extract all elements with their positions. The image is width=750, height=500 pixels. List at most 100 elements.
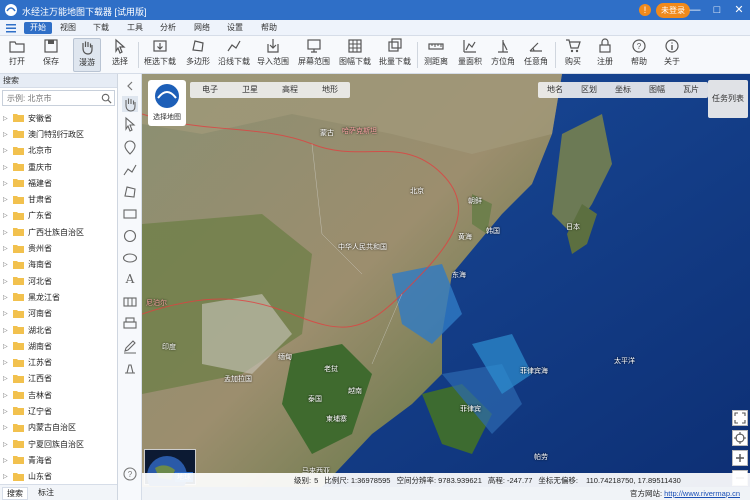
grid-tool-icon[interactable]	[122, 294, 138, 310]
search-icon[interactable]	[101, 93, 112, 104]
polyline-icon[interactable]	[122, 162, 138, 178]
minimize-button[interactable]: —	[684, 0, 706, 20]
expand-arrow-icon[interactable]: ▷	[3, 424, 9, 431]
expand-arrow-icon[interactable]: ▷	[3, 278, 9, 285]
province-item[interactable]: ▷ 辽宁省	[0, 403, 117, 419]
province-item[interactable]: ▷ 广西壮族自治区	[0, 224, 117, 240]
province-item[interactable]: ▷ 海南省	[0, 257, 117, 273]
text-icon[interactable]: A	[122, 270, 138, 286]
expand-arrow-icon[interactable]: ▷	[3, 261, 9, 268]
clear-icon[interactable]	[122, 360, 138, 376]
bearing-button[interactable]: 方位角	[488, 38, 518, 72]
ellipse-icon[interactable]	[122, 250, 138, 266]
help-icon[interactable]: ?	[122, 466, 138, 482]
map-source-selector[interactable]: 选择地图	[148, 80, 186, 126]
register-button[interactable]: 注册	[592, 38, 618, 72]
select-button[interactable]: 选择	[108, 38, 132, 72]
maximize-button[interactable]: □	[706, 0, 728, 20]
tab-terrain[interactable]: 地形	[310, 82, 350, 98]
province-item[interactable]: ▷ 宁夏回族自治区	[0, 436, 117, 452]
expand-arrow-icon[interactable]: ▷	[3, 294, 9, 301]
hamburger-menu-icon[interactable]	[6, 23, 16, 33]
tab-elevation[interactable]: 高程	[270, 82, 310, 98]
province-item[interactable]: ▷ 江苏省	[0, 354, 117, 370]
expand-arrow-icon[interactable]: ▷	[3, 196, 9, 203]
menu-help[interactable]: 帮助	[255, 22, 283, 34]
collapse-icon[interactable]	[122, 78, 138, 94]
polygon-button[interactable]: 多边形	[183, 38, 213, 72]
measure-distance-button[interactable]: 测距离	[421, 38, 451, 72]
expand-arrow-icon[interactable]: ▷	[3, 457, 9, 464]
expand-arrow-icon[interactable]: ▷	[3, 212, 9, 219]
close-button[interactable]: ✕	[728, 0, 750, 20]
menu-tools[interactable]: 工具	[121, 22, 149, 34]
province-item[interactable]: ▷ 贵州省	[0, 240, 117, 256]
tab-label[interactable]: 标注	[34, 487, 58, 498]
menu-download[interactable]: 下载	[87, 22, 115, 34]
expand-arrow-icon[interactable]: ▷	[3, 359, 9, 366]
province-item[interactable]: ▷ 青海省	[0, 452, 117, 468]
province-item[interactable]: ▷ 湖北省	[0, 322, 117, 338]
expand-arrow-icon[interactable]: ▷	[3, 147, 9, 154]
tab-divisions[interactable]: 区划	[572, 82, 606, 98]
import-range-button[interactable]: 导入范围	[256, 38, 290, 72]
buy-button[interactable]: 购买	[560, 38, 586, 72]
open-button[interactable]: 打开	[4, 38, 30, 72]
screen-range-button[interactable]: 屏幕范围	[297, 38, 331, 72]
expand-arrow-icon[interactable]: ▷	[3, 164, 9, 171]
menu-analysis[interactable]: 分析	[154, 22, 182, 34]
cursor-icon[interactable]	[122, 116, 138, 132]
menu-start[interactable]: 开始	[24, 22, 52, 34]
province-item[interactable]: ▷ 江西省	[0, 371, 117, 387]
expand-arrow-icon[interactable]: ▷	[3, 473, 9, 480]
task-list-button[interactable]: 任务列表	[708, 80, 748, 118]
hand-icon[interactable]	[122, 96, 138, 112]
province-item[interactable]: ▷ 重庆市	[0, 159, 117, 175]
map-view[interactable]: 北京 中华人民共和国 朝鲜 韩国 日本 黄海 蒙古 印度 缅甸 老挝 泰国 越南…	[142, 74, 750, 487]
locate-button[interactable]	[732, 430, 748, 446]
printer-icon[interactable]	[122, 316, 138, 332]
expand-arrow-icon[interactable]: ▷	[3, 131, 9, 138]
expand-arrow-icon[interactable]: ▷	[3, 310, 9, 317]
circle-icon[interactable]	[122, 228, 138, 244]
province-item[interactable]: ▷ 北京市	[0, 143, 117, 159]
save-button[interactable]: 保存	[38, 38, 64, 72]
expand-arrow-icon[interactable]: ▷	[3, 343, 9, 350]
menu-view[interactable]: 视图	[54, 22, 82, 34]
rect-download-button[interactable]: 框选下载	[143, 38, 177, 72]
point-marker-icon[interactable]	[122, 140, 138, 156]
fullextent-button[interactable]	[732, 410, 748, 426]
sheet-download-button[interactable]: 图幅下载	[337, 38, 373, 72]
any-angle-button[interactable]: 任意角	[521, 38, 551, 72]
expand-arrow-icon[interactable]: ▷	[3, 229, 9, 236]
province-item[interactable]: ▷ 安徽省	[0, 110, 117, 126]
rectangle-icon[interactable]	[122, 206, 138, 222]
province-item[interactable]: ▷ 山东省	[0, 469, 117, 482]
province-item[interactable]: ▷ 吉林省	[0, 387, 117, 403]
province-item[interactable]: ▷ 黑龙江省	[0, 289, 117, 305]
pan-button[interactable]: 漫游	[73, 38, 101, 72]
menu-settings[interactable]: 设置	[221, 22, 249, 34]
measure-area-button[interactable]: 量面积	[455, 38, 485, 72]
expand-arrow-icon[interactable]: ▷	[3, 441, 9, 448]
province-item[interactable]: ▷ 河北省	[0, 273, 117, 289]
edit-icon[interactable]	[122, 338, 138, 354]
province-item[interactable]: ▷ 广东省	[0, 208, 117, 224]
province-item[interactable]: ▷ 内蒙古自治区	[0, 420, 117, 436]
province-item[interactable]: ▷ 河南省	[0, 306, 117, 322]
tab-coordinates[interactable]: 坐标	[606, 82, 640, 98]
search-input[interactable]	[3, 91, 114, 105]
polygon-icon[interactable]	[122, 184, 138, 200]
province-item[interactable]: ▷ 甘肃省	[0, 191, 117, 207]
help-button[interactable]: ? 帮助	[626, 38, 652, 72]
zoom-in-button[interactable]	[732, 450, 748, 466]
tab-search[interactable]: 搜索	[2, 487, 28, 500]
expand-arrow-icon[interactable]: ▷	[3, 392, 9, 399]
province-item[interactable]: ▷ 湖南省	[0, 338, 117, 354]
province-item[interactable]: ▷ 福建省	[0, 175, 117, 191]
menu-network[interactable]: 网络	[188, 22, 216, 34]
expand-arrow-icon[interactable]: ▷	[3, 375, 9, 382]
expand-arrow-icon[interactable]: ▷	[3, 180, 9, 187]
line-download-button[interactable]: 沿线下载	[217, 38, 251, 72]
tab-electronic[interactable]: 电子	[190, 82, 230, 98]
